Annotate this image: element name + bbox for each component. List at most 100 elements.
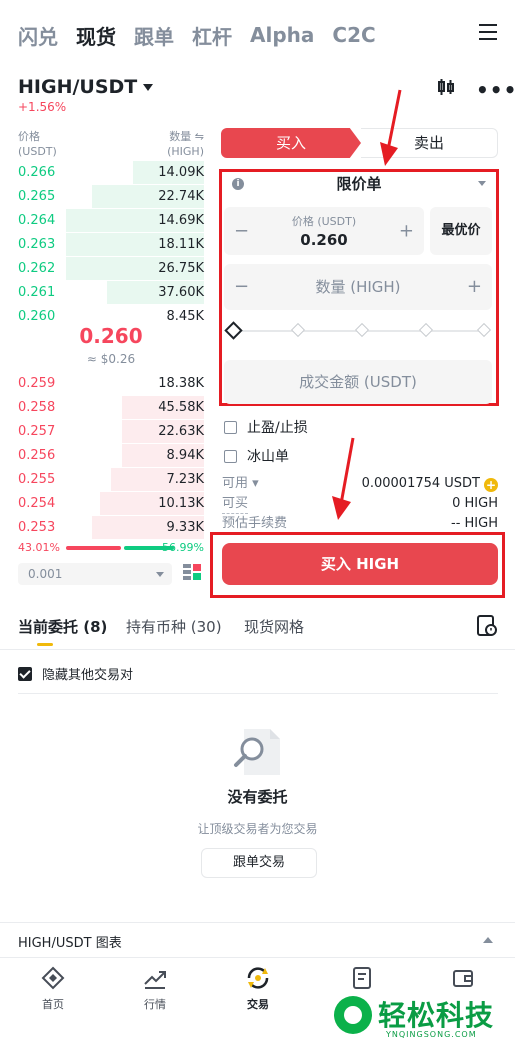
precision-select[interactable]: 0.001 [18, 563, 172, 585]
home-diamond-icon [41, 966, 65, 990]
info-icon[interactable]: i [232, 178, 244, 190]
tab-spot[interactable]: 现货 [76, 21, 116, 50]
mid-price-block: 0.260 ≈ $0.26 [18, 324, 204, 366]
row-quantity: 18.38K [158, 376, 204, 391]
bid-row[interactable]: 0.265 22.74K [18, 185, 204, 208]
nav-markets[interactable]: 行情 [120, 966, 190, 1012]
checkbox[interactable] [224, 449, 237, 463]
orderbook-layout-icon[interactable] [182, 563, 202, 583]
menu-icon[interactable] [479, 24, 497, 40]
buy-tab[interactable]: 买入 [221, 128, 361, 158]
trend-chart-icon [144, 971, 166, 989]
total-input[interactable]: 成交金额 (USDT) [224, 360, 492, 404]
tab-spot-grid[interactable]: 现货网格 [244, 616, 304, 637]
fee-value: -- HIGH [451, 516, 498, 531]
row-quantity: 18.11K [158, 237, 204, 252]
minus-icon[interactable]: − [234, 264, 249, 310]
bid-row[interactable]: 0.263 18.11K [18, 233, 204, 256]
pair-name: HIGH/USDT [18, 76, 138, 98]
caret-down-icon [143, 84, 154, 91]
order-history-icon[interactable] [477, 615, 497, 637]
bid-row[interactable]: 0.262 26.75K [18, 257, 204, 280]
pair-selector[interactable]: HIGH/USDT [18, 76, 154, 98]
hide-other-pairs-option[interactable]: 隐藏其他交易对 [18, 664, 133, 683]
available-row: 可用 ▾ 0.00001754 USDT + [222, 475, 498, 493]
nav-markets-label: 行情 [144, 998, 166, 1011]
tab-flash-swap[interactable]: 闪兑 [18, 21, 58, 50]
divider [0, 922, 515, 923]
nav-trade[interactable]: 交易 [223, 966, 293, 1012]
minus-icon[interactable]: − [234, 221, 249, 242]
available-label[interactable]: 可用 ▾ [222, 475, 259, 493]
can-buy-value: 0 HIGH [452, 496, 498, 511]
ask-row[interactable]: 0.256 8.94K [18, 444, 204, 467]
bid-row[interactable]: 0.264 14.69K [18, 209, 204, 232]
precision-value: 0.001 [28, 567, 63, 581]
empty-title: 没有委托 [227, 788, 288, 806]
plus-icon[interactable]: + [399, 221, 414, 242]
ask-row[interactable]: 0.259 18.38K [18, 372, 204, 395]
divider [0, 649, 515, 650]
tab-holdings[interactable]: 持有币种 (30) [126, 616, 222, 637]
tab-alpha[interactable]: Alpha [250, 23, 314, 47]
empty-subtitle: 让顶级交易者为您交易 [197, 822, 318, 836]
tp-sl-option[interactable]: 止盈/止损 [224, 417, 308, 437]
slider-step-50[interactable] [354, 322, 370, 338]
ask-row[interactable]: 0.255 7.23K [18, 468, 204, 491]
can-buy-row: 可买 0 HIGH [222, 495, 498, 514]
tab-c2c[interactable]: C2C [332, 23, 375, 47]
tp-sl-label: 止盈/止损 [247, 420, 308, 436]
chart-toggle-bar[interactable]: HIGH/USDT 图表 [0, 925, 515, 957]
copy-trading-button[interactable]: 跟单交易 [201, 848, 317, 878]
chevron-down-icon [156, 572, 164, 577]
qty-header[interactable]: 数量 ⇋ [167, 129, 204, 144]
mid-price-usd: ≈ $0.26 [86, 352, 136, 366]
plus-icon[interactable]: + [467, 264, 482, 310]
ask-row[interactable]: 0.257 22.63K [18, 420, 204, 443]
divider [18, 693, 498, 694]
ask-row[interactable]: 0.253 9.33K [18, 516, 204, 539]
checkbox-checked[interactable] [18, 666, 32, 681]
ask-row[interactable]: 0.254 10.13K [18, 492, 204, 515]
iceberg-option[interactable]: 冰山单 [224, 446, 289, 466]
available-value: 0.00001754 USDT [361, 476, 480, 491]
tab-open-orders[interactable]: 当前委托 (8) [18, 616, 107, 637]
fee-row: 预估手续费 -- HIGH [222, 515, 498, 534]
best-price-button[interactable]: 最优价 [430, 207, 492, 255]
candlestick-chart-icon[interactable] [436, 77, 456, 97]
add-funds-icon[interactable]: + [484, 478, 498, 492]
quantity-input[interactable]: − 数量 (HIGH) + [224, 264, 492, 310]
bid-row[interactable]: 0.261 37.60K [18, 281, 204, 304]
slider-step-100[interactable] [476, 322, 492, 338]
ask-row[interactable]: 0.258 45.58K [18, 396, 204, 419]
document-icon [353, 967, 371, 989]
price-input-value[interactable]: 0.260 [224, 231, 424, 249]
row-quantity: 9.33K [166, 520, 204, 535]
watermark-text: 轻松科技 [378, 999, 495, 1032]
tab-copy-trading[interactable]: 跟单 [134, 21, 174, 50]
slider-step-25[interactable] [290, 322, 306, 338]
row-quantity: 8.94K [166, 448, 204, 463]
price-input[interactable]: − 价格 (USDT) 0.260 + [224, 207, 424, 255]
checkbox[interactable] [224, 420, 237, 434]
orderbook-header: 价格 (USDT) 数量 ⇋ (HIGH) [18, 129, 204, 159]
row-price: 0.256 [18, 448, 56, 463]
price-change: +1.56% [18, 100, 67, 114]
row-quantity: 37.60K [158, 285, 204, 300]
order-type-select[interactable]: i 限价单 [224, 173, 494, 195]
nav-home[interactable]: 首页 [18, 966, 88, 1012]
row-quantity: 22.74K [158, 189, 204, 204]
sell-ratio: 56.99% [162, 541, 204, 554]
tab-margin[interactable]: 杠杆 [192, 21, 232, 50]
chevron-up-icon[interactable] [483, 937, 493, 943]
more-icon[interactable]: ••• [476, 78, 515, 102]
buy-ratio: 43.01% [18, 541, 60, 554]
row-price: 0.264 [18, 213, 56, 228]
bid-row[interactable]: 0.266 14.09K [18, 161, 204, 184]
slider-step-75[interactable] [418, 322, 434, 338]
buy-button[interactable]: 买入 HIGH [222, 543, 498, 585]
slider-handle[interactable] [224, 321, 243, 340]
row-price: 0.258 [18, 400, 56, 415]
amount-slider[interactable] [224, 321, 492, 340]
buy-sell-tabs: 买入 卖出 [221, 128, 498, 158]
